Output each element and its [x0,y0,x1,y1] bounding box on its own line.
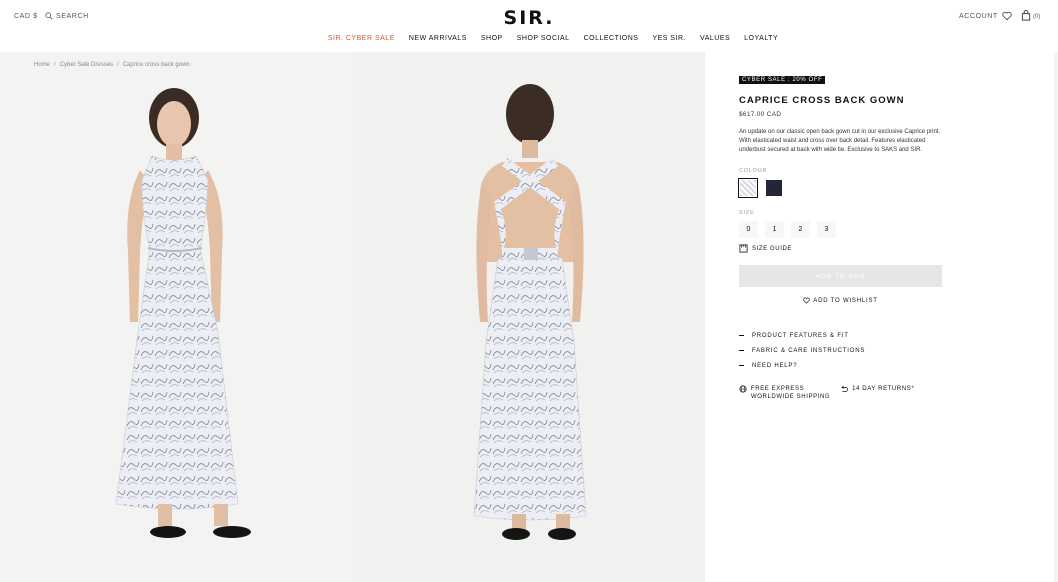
wishlist-label: ADD TO WISHLIST [813,297,878,304]
product-description: An update on our classic open back gown … [739,129,941,153]
account-link[interactable]: ACCOUNT [959,13,998,20]
dash-icon [739,335,744,336]
colour-swatch-caprice-print[interactable] [738,178,758,198]
breadcrumb-separator: / [117,62,119,68]
dash-icon [739,350,744,351]
product-image-back[interactable] [352,52,705,582]
model-front-illustration [115,88,251,538]
site-logo: SIR. [0,7,1058,29]
breadcrumb-category[interactable]: Cyber Sale Dresses [60,62,113,68]
product-info: CYBER SALE : 20% OFF CAPRICE CROSS BACK … [738,68,944,401]
sale-badge: CYBER SALE : 20% OFF [739,76,826,84]
product-title: CAPRICE CROSS BACK GOWN [739,95,905,106]
accordion-product-features[interactable]: PRODUCT FEATURES & FIT [739,328,944,343]
nav-item-yes-sir[interactable]: YES SIR. [652,35,686,42]
logo-text[interactable]: SIR. [504,7,555,29]
globe-icon [739,385,747,393]
size-option-1[interactable]: 1 [765,221,784,238]
add-to-wishlist-button[interactable]: ADD TO WISHLIST [739,297,942,304]
return-arrow-icon [841,385,849,392]
size-guide-link[interactable]: SIZE GUIDE [739,244,944,253]
product-gallery [0,52,705,582]
main-nav: SIR. CYBER SALE NEW ARRIVALS SHOP SHOP S… [0,35,1058,42]
size-option-3[interactable]: 3 [817,221,836,238]
colour-swatches [738,178,944,198]
nav-item-collections[interactable]: COLLECTIONS [584,35,639,42]
heart-icon [803,297,811,304]
product-accordions: PRODUCT FEATURES & FIT FABRIC & CARE INS… [739,328,944,373]
shipping-perks: FREE EXPRESS WORLDWIDE SHIPPING 14 DAY R… [739,385,944,401]
returns-perk: 14 DAY RETURNS* [840,385,914,401]
breadcrumb-separator: / [54,62,56,68]
site-header: CAD $ SEARCH SIR. ACCOUNT (0) SIR. CYBER… [0,0,1058,52]
breadcrumb: Home / Cyber Sale Dresses / Caprice cros… [34,62,190,68]
product-price: $617.00 CAD [739,111,782,118]
accordion-need-help[interactable]: NEED HELP? [739,358,944,373]
accordion-label: NEED HELP? [752,362,798,369]
add-to-bag-button[interactable]: ADD TO BAG [739,265,942,287]
size-options: 0 1 2 3 [739,221,944,238]
breadcrumb-current: Caprice cross back gown [122,62,190,68]
accordion-fabric-care[interactable]: FABRIC & CARE INSTRUCTIONS [739,343,944,358]
returns-text: 14 DAY RETURNS* [852,386,915,392]
currency-selector[interactable]: CAD $ [14,13,38,20]
nav-item-loyalty[interactable]: LOYALTY [744,35,778,42]
free-shipping-line-2: WORLDWIDE SHIPPING [751,394,831,400]
ruler-icon [739,244,748,253]
nav-item-values[interactable]: VALUES [700,35,730,42]
size-option-0[interactable]: 0 [739,221,758,238]
nav-item-cyber-sale[interactable]: SIR. CYBER SALE [328,35,395,42]
colour-swatch-navy[interactable] [765,179,783,197]
dash-icon [739,365,744,366]
accordion-label: FABRIC & CARE INSTRUCTIONS [752,347,866,354]
nav-item-shop-social[interactable]: SHOP SOCIAL [517,35,570,42]
free-shipping-line-1: FREE EXPRESS [751,386,805,392]
free-shipping-perk: FREE EXPRESS WORLDWIDE SHIPPING [739,385,830,401]
size-guide-label: SIZE GUIDE [752,245,793,252]
search-label: SEARCH [56,12,89,20]
free-shipping-text: FREE EXPRESS WORLDWIDE SHIPPING [751,385,830,401]
breadcrumb-home[interactable]: Home [34,62,50,68]
product-image-front[interactable] [0,52,352,582]
model-back-illustration [473,84,587,540]
nav-item-new-arrivals[interactable]: NEW ARRIVALS [409,35,467,42]
accordion-label: PRODUCT FEATURES & FIT [752,332,849,339]
size-label: SIZE [739,210,755,216]
bag-count: (0) [1033,14,1041,20]
size-option-2[interactable]: 2 [791,221,810,238]
search-icon [45,12,53,20]
search-button[interactable]: SEARCH [45,12,89,20]
page-scrollbar[interactable] [1054,52,1058,582]
shopping-bag-icon[interactable] [1021,10,1031,21]
nav-item-shop[interactable]: SHOP [481,35,503,42]
heart-icon[interactable] [1002,11,1012,21]
colour-label: COLOUR [739,168,768,174]
